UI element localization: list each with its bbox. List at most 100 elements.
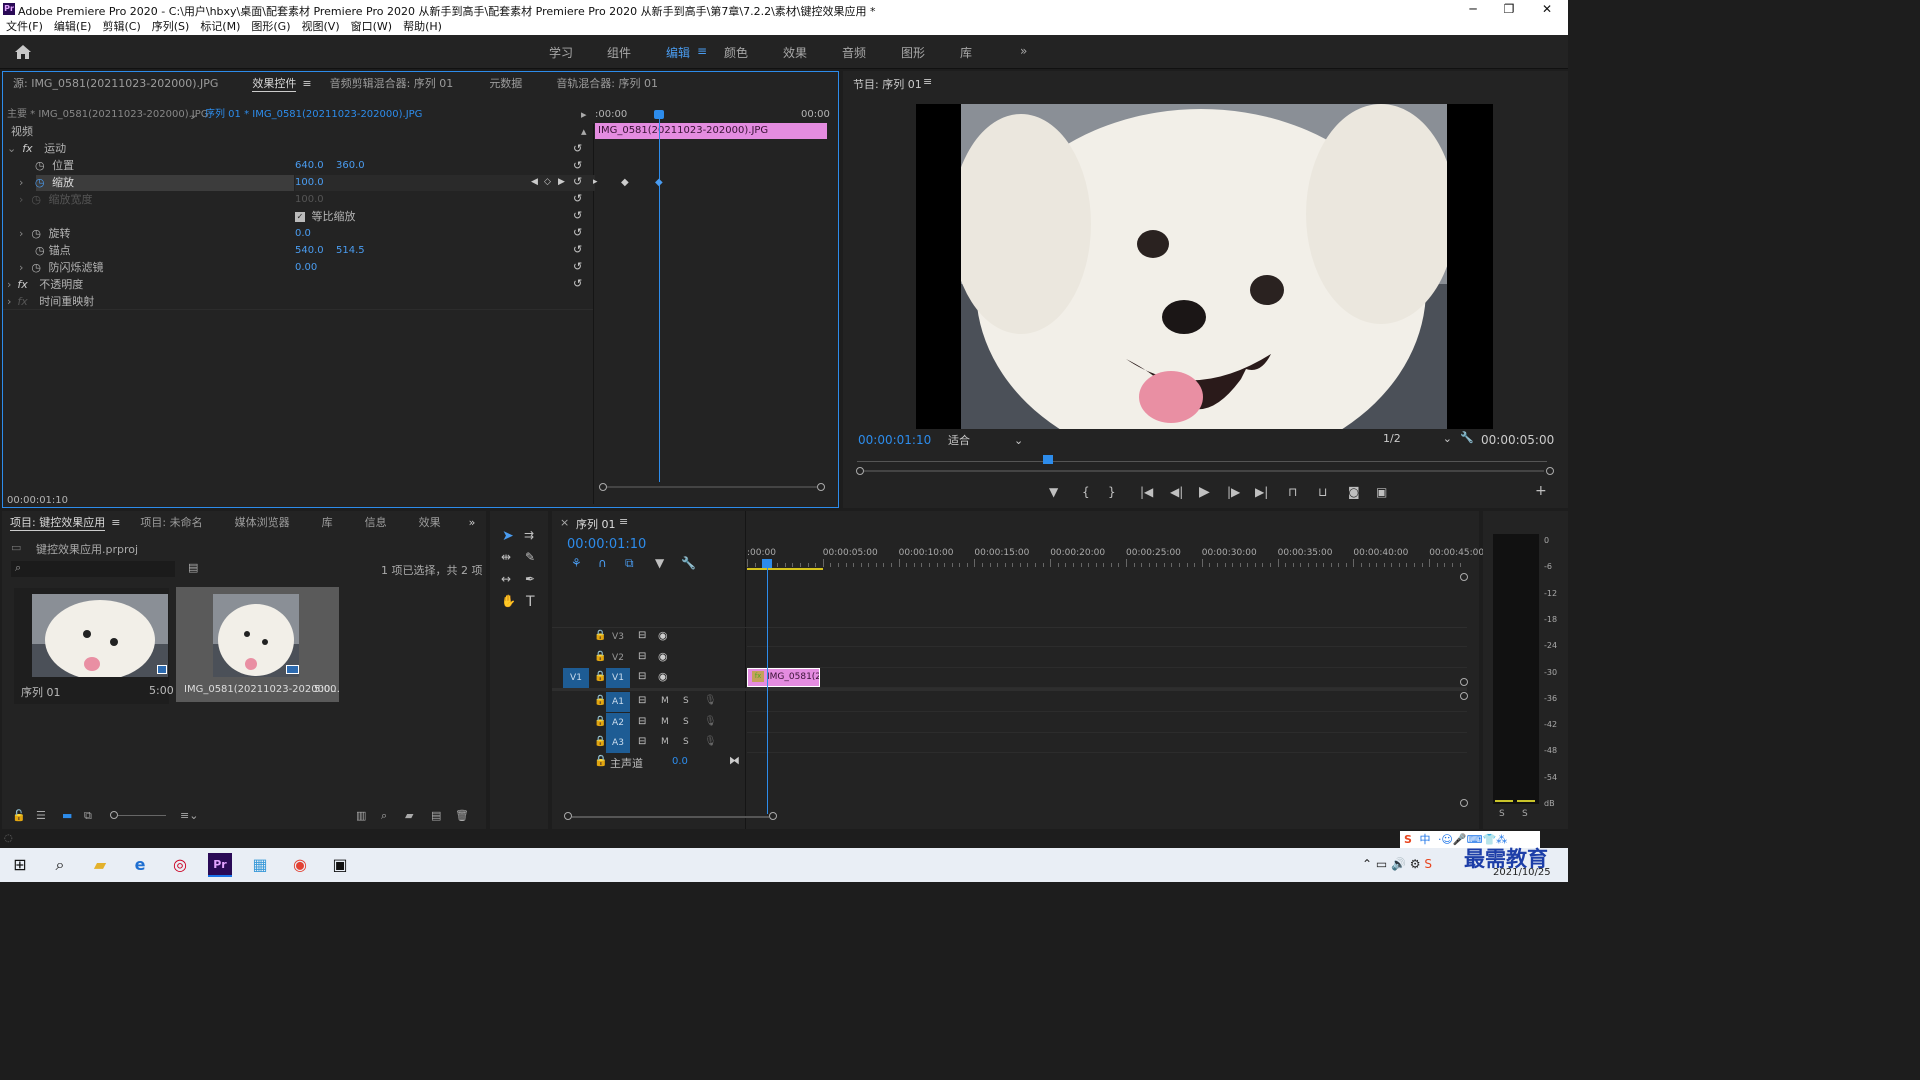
position-x-value[interactable]: 640.0 [295,157,324,174]
minimize-button[interactable]: ─ [1456,0,1490,18]
tab-project-untitled[interactable]: 项目: 未命名 [140,514,202,530]
h-scroll-right-handle[interactable] [769,812,777,820]
flicker-row[interactable]: › ◷ 防闪烁滤镜 [19,259,104,276]
scrub-end-handle[interactable] [1546,467,1554,475]
rotation-row[interactable]: › ◷ 旋转 [19,225,71,242]
solo-button[interactable]: S [683,737,689,747]
solo-button[interactable]: S [683,717,689,727]
program-monitor-title[interactable]: 节目: 序列 01 [853,76,922,92]
new-item-icon[interactable]: ▤ [431,809,441,822]
track-select-tool-icon[interactable]: ⇉ [524,528,534,542]
play-only-icon[interactable]: ▸ [581,106,587,123]
microphone-icon[interactable]: 🎙 [704,695,717,706]
tab-effects[interactable]: 效果 [419,514,441,530]
tab-audio-clip-mixer[interactable]: 音频剪辑混合器: 序列 01 [330,75,454,91]
lock-icon[interactable]: 🔒 [594,630,606,641]
timeline-playhead-handle[interactable] [762,559,772,568]
sequence-clip-label[interactable]: 序列 01 * IMG_0581(20211023-202000).JPG [205,106,422,123]
scale-row[interactable]: › ◷ 缩放 [19,174,74,191]
uniform-scale-checkbox[interactable]: ✓ [295,212,305,222]
track-target[interactable]: A2 [606,713,630,733]
chrome-icon[interactable]: ◉ [288,853,312,877]
snap-icon[interactable]: ∩ [598,556,607,570]
h-scroll-left-handle[interactable] [564,812,572,820]
mute-button[interactable]: M [661,737,669,747]
wrench-icon[interactable]: 🔧 [1460,431,1474,444]
master-clip-label[interactable]: 主要 * IMG_0581(20211023-202000).JPG [7,106,209,123]
system-tray-icons[interactable]: ⌃ ▭ 🔊 ⚙ S [1362,857,1432,871]
tab-project[interactable]: 项目: 键控效果应用 [10,514,106,531]
go-to-out-icon[interactable]: ▶| [1255,485,1268,499]
workspace-audio[interactable]: 音频 [842,44,866,61]
menu-sequence[interactable]: 序列(S) [152,18,190,35]
fit-select[interactable]: 适合 ⌄ [948,432,1023,448]
panel-menu-icon[interactable]: ≡ [619,515,628,528]
reset-motion-icon[interactable]: ↺ [573,140,582,157]
stopwatch-icon[interactable]: ◷ [35,159,45,172]
reset-scale-width-icon[interactable]: ↺ [573,190,582,207]
position-row[interactable]: ◷ 位置 [35,157,74,174]
panel-menu-icon[interactable]: ≡ [923,75,932,88]
razor-tool-icon[interactable]: ✎ [525,550,535,564]
position-y-value[interactable]: 360.0 [336,157,365,174]
tab-media-browser[interactable]: 媒体浏览器 [235,514,290,530]
workspace-editing[interactable]: 编辑 [666,44,690,61]
lock-icon[interactable]: 🔒 [594,754,608,767]
motion-effect-row[interactable]: ⌄ fx 运动 [7,140,66,157]
work-area-bar[interactable] [747,568,823,570]
premiere-taskbar-icon[interactable]: Pr [208,853,232,877]
eye-icon[interactable]: ◉ [658,670,668,683]
program-video-frame[interactable] [916,104,1493,429]
rotation-value[interactable]: 0.0 [295,225,311,242]
menu-view[interactable]: 视图(V) [302,18,340,35]
mute-button[interactable]: M [661,717,669,727]
tab-effect-controls[interactable]: 效果控件 [252,75,297,92]
toggle-sync-icon[interactable]: ⊟ [638,671,646,682]
sync-lock-icon[interactable]: ⊟ [638,695,646,706]
eye-icon[interactable]: ◉ [658,629,668,642]
lock-icon[interactable]: 🔒 [594,671,606,682]
toggle-sync-icon[interactable]: ⊟ [638,630,646,641]
menu-file[interactable]: 文件(F) [6,18,43,35]
next-keyframe-icon[interactable]: ▶ [558,174,565,191]
reset-anchor-icon[interactable]: ↺ [573,241,582,258]
scrub-start-handle[interactable] [856,467,864,475]
sequence-tab[interactable]: 序列 01 [576,516,616,532]
windows-start-icon[interactable]: ⊞ [8,853,32,877]
master-volume-value[interactable]: 0.0 [672,756,688,767]
restore-button[interactable]: ❐ [1492,0,1526,18]
toggle-sync-icon[interactable]: ⊟ [638,651,646,662]
h-scrollbar[interactable] [572,816,769,818]
a-scroll-bottom-handle[interactable] [1460,799,1468,807]
zoom-handle-right[interactable] [817,483,825,491]
pen-tool-icon[interactable]: ✒ [525,572,535,586]
lift-icon[interactable]: ⊓ [1288,485,1297,499]
time-remap-row[interactable]: › fx 时间重映射 [7,293,94,310]
selection-tool-icon[interactable]: ➤ [502,528,514,544]
new-search-bin-icon[interactable]: ▤ [188,561,198,574]
keyframe-1-icon[interactable]: ◆ [621,174,629,191]
automate-icon[interactable]: ▥ [356,809,366,822]
uniform-scale-row[interactable]: ✓ 等比缩放 [295,208,356,225]
step-back-icon[interactable]: ◀| [1170,485,1183,499]
microphone-icon[interactable]: 🎙 [704,716,717,727]
add-button-icon[interactable]: + [1535,483,1547,499]
track-target[interactable]: A1 [606,692,630,712]
camera-icon[interactable]: ◙ [1348,485,1360,499]
more-workspaces-icon[interactable]: » [1020,44,1027,58]
eye-icon[interactable]: ◉ [658,650,668,663]
lock-icon[interactable]: 🔒 [594,736,606,747]
track-target[interactable]: A3 [606,733,630,753]
menu-edit[interactable]: 编辑(E) [54,18,92,35]
track-target[interactable]: V3 [606,627,630,647]
stopwatch-active-icon[interactable]: ◷ [35,176,45,189]
reset-opacity-icon[interactable]: ↺ [573,275,582,292]
flicker-value[interactable]: 0.00 [295,259,317,276]
reset-uniform-icon[interactable]: ↺ [573,207,582,224]
anchor-x-value[interactable]: 540.0 [295,242,324,259]
play-icon[interactable]: ▶ [1199,484,1210,500]
edge-icon[interactable]: e [128,853,152,877]
comparison-view-icon[interactable]: ▣ [1376,485,1387,499]
file-explorer-icon[interactable]: ▰ [88,853,112,877]
scale-value[interactable]: 100.0 [295,174,324,191]
